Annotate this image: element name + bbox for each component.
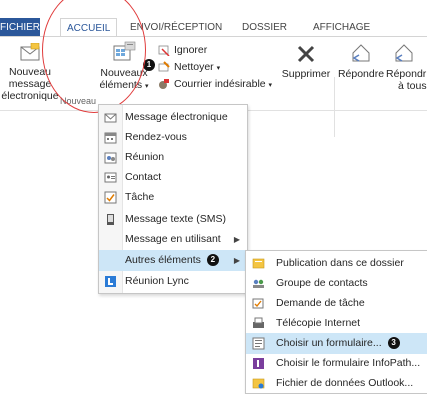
submenu-item-choose-form[interactable]: Choisir un formulaire... 3 [246, 333, 427, 354]
ignore-button[interactable]: Ignorer [158, 42, 207, 58]
cleanup-button[interactable]: Nettoyer ▾ [158, 59, 220, 75]
tab-envoi-reception[interactable]: ENVOI/RÉCEPTION [130, 20, 222, 36]
submenu-item-infopath-form[interactable]: Choisir le formulaire InfoPath... [246, 353, 427, 374]
reply-all-icon [395, 44, 413, 62]
submenu-item-post[interactable]: Publication dans ce dossier [246, 253, 427, 274]
menu-item-task[interactable]: Tâche [99, 187, 247, 208]
delete-label: Supprimer [281, 68, 331, 80]
step-badge-1: 1 [143, 59, 155, 71]
step-badge-3: 3 [387, 337, 400, 350]
menu-item-other-items[interactable]: Autres éléments 2 ▶ [99, 250, 247, 271]
new-email-label-1: Nouveau message [8, 66, 52, 90]
menu-item-appointment[interactable]: Rendez-vous [99, 127, 247, 148]
reply-label: Répondre [337, 68, 385, 80]
menu-item-email[interactable]: Message électronique [99, 107, 247, 128]
new-email-label-2: électronique [1, 90, 59, 102]
tab-dossier[interactable]: DOSSIER [242, 20, 287, 36]
menu-item-contact[interactable]: Contact [99, 167, 247, 188]
new-email-button[interactable]: Nouveau message électronique [0, 43, 60, 102]
meeting-icon [104, 152, 117, 164]
infopath-icon [253, 358, 264, 369]
chevron-down-icon: ▾ [268, 82, 273, 89]
new-items-icon [113, 41, 136, 61]
tab-accueil[interactable]: ACCUEIL [60, 18, 118, 38]
cleanup-icon [158, 61, 170, 72]
new-email-icon [20, 43, 40, 61]
delete-icon [297, 45, 315, 63]
lync-icon [105, 276, 116, 287]
sms-icon [107, 214, 114, 225]
task-icon [104, 191, 117, 204]
menu-item-message-using[interactable]: Message en utilisant ▶ [99, 229, 247, 250]
fax-icon [253, 317, 264, 328]
chevron-right-icon: ▶ [233, 235, 240, 244]
form-icon [252, 337, 265, 350]
ribbon-separator [334, 77, 335, 137]
new-items-menu: Message électronique Rendez-vous Réunion… [98, 104, 248, 294]
junk-mail-button[interactable]: Courrier indésirable ▾ [158, 76, 272, 92]
menu-item-sms[interactable]: Message texte (SMS) [99, 209, 247, 230]
reply-icon [352, 44, 370, 62]
task-request-icon [252, 298, 264, 309]
chevron-right-icon: ▶ [233, 256, 240, 265]
post-icon [252, 258, 265, 269]
group-label-nouveau: Nouveau [60, 96, 97, 106]
data-file-icon [252, 378, 265, 389]
submenu-item-contact-group[interactable]: Groupe de contacts [246, 273, 427, 294]
chevron-down-icon: ▾ [145, 83, 149, 90]
submenu-item-task-request[interactable]: Demande de tâche [246, 293, 427, 314]
reply-all-label-2: à tous [398, 80, 427, 92]
tab-affichage[interactable]: AFFICHAGE [313, 20, 370, 36]
reply-button[interactable]: Répondre [336, 43, 386, 80]
step-badge-2: 2 [206, 254, 219, 267]
email-icon [104, 113, 117, 123]
new-items-label-2: éléments ▾ [99, 79, 149, 91]
reply-all-button[interactable]: Répondr à tous [386, 43, 427, 92]
tab-fichier[interactable]: FICHIER [0, 18, 40, 37]
chevron-down-icon: ▾ [216, 65, 221, 72]
ribbon-tab-bar: FICHIER ACCUEIL ENVOI/RÉCEPTION DOSSIER … [0, 0, 427, 38]
calendar-icon [104, 132, 117, 144]
ignore-icon [158, 45, 170, 56]
junk-mail-icon [159, 79, 169, 89]
delete-button[interactable]: Supprimer [280, 43, 332, 80]
menu-item-lync-meeting[interactable]: Réunion Lync [99, 271, 247, 292]
reply-all-label-1: Répondr [386, 68, 427, 80]
submenu-item-outlook-data-file[interactable]: Fichier de données Outlook... [246, 373, 427, 394]
submenu-item-internet-fax[interactable]: Télécopie Internet [246, 313, 427, 334]
contact-group-icon [253, 279, 264, 288]
other-items-submenu: Publication dans ce dossier Groupe de co… [245, 250, 427, 394]
menu-item-meeting[interactable]: Réunion [99, 147, 247, 168]
contact-icon [104, 172, 117, 183]
